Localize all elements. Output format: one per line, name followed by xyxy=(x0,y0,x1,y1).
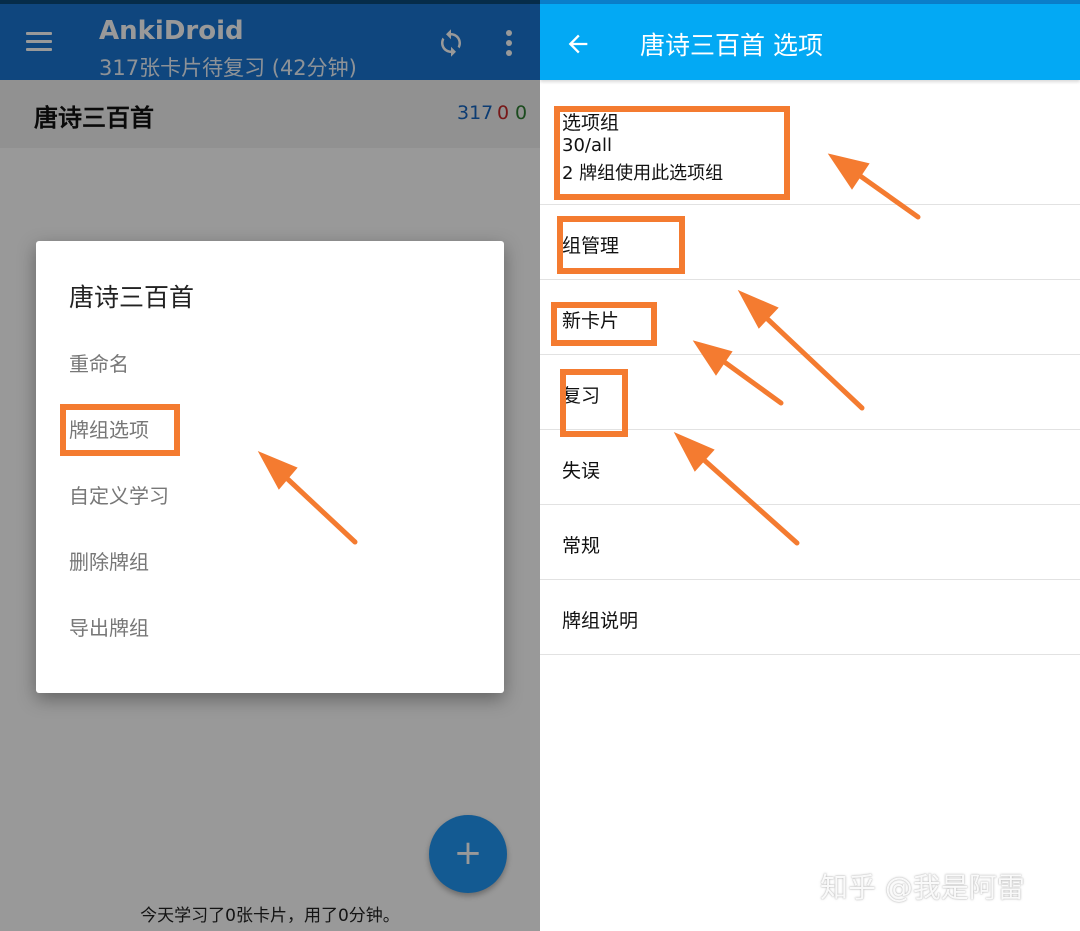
menu-item-delete-deck[interactable]: 删除牌组 xyxy=(69,542,469,582)
pref-title: 牌组说明 xyxy=(562,610,639,632)
pref-value: 30/all xyxy=(562,135,613,156)
pref-title: 失误 xyxy=(562,460,601,482)
deck-options-screen: 唐诗三百首 选项 选项组 30/all 2 牌组使用此选项组 组管理 新卡片 复… xyxy=(540,0,1080,931)
pref-title: 复习 xyxy=(562,385,601,407)
watermark: 知乎 @我是阿雷 xyxy=(820,871,1025,904)
pref-title: 新卡片 xyxy=(562,310,620,332)
menu-item-deck-options[interactable]: 牌组选项 xyxy=(69,410,469,450)
menu-item-custom-study[interactable]: 自定义学习 xyxy=(69,476,469,516)
menu-item-export-deck[interactable]: 导出牌组 xyxy=(69,608,469,648)
pref-title: 选项组 xyxy=(562,112,620,134)
pref-general[interactable]: 常规 xyxy=(540,505,1080,580)
pref-reviews[interactable]: 复习 xyxy=(540,355,1080,430)
arrow-back-icon[interactable] xyxy=(564,30,592,58)
pref-title: 常规 xyxy=(562,535,601,557)
deck-context-dialog: 唐诗三百首 重命名 牌组选项 自定义学习 删除牌组 导出牌组 xyxy=(36,241,504,693)
pref-summary: 2 牌组使用此选项组 xyxy=(562,163,724,184)
pref-group-management[interactable]: 组管理 xyxy=(540,205,1080,280)
screen-title: 唐诗三百首 选项 xyxy=(640,31,823,60)
app-bar: 唐诗三百首 选项 xyxy=(540,4,1080,80)
dialog-title: 唐诗三百首 xyxy=(69,283,195,312)
pref-deck-description[interactable]: 牌组说明 xyxy=(540,580,1080,655)
pref-title: 组管理 xyxy=(562,235,620,257)
menu-item-rename[interactable]: 重命名 xyxy=(69,344,469,384)
pref-options-group[interactable]: 选项组 30/all 2 牌组使用此选项组 xyxy=(540,80,1080,205)
pref-new-cards[interactable]: 新卡片 xyxy=(540,280,1080,355)
deck-list-screen: AnkiDroid 317张卡片待复习 (42分钟) 唐诗三百首 317 0 0… xyxy=(0,0,540,931)
pref-lapses[interactable]: 失误 xyxy=(540,430,1080,505)
